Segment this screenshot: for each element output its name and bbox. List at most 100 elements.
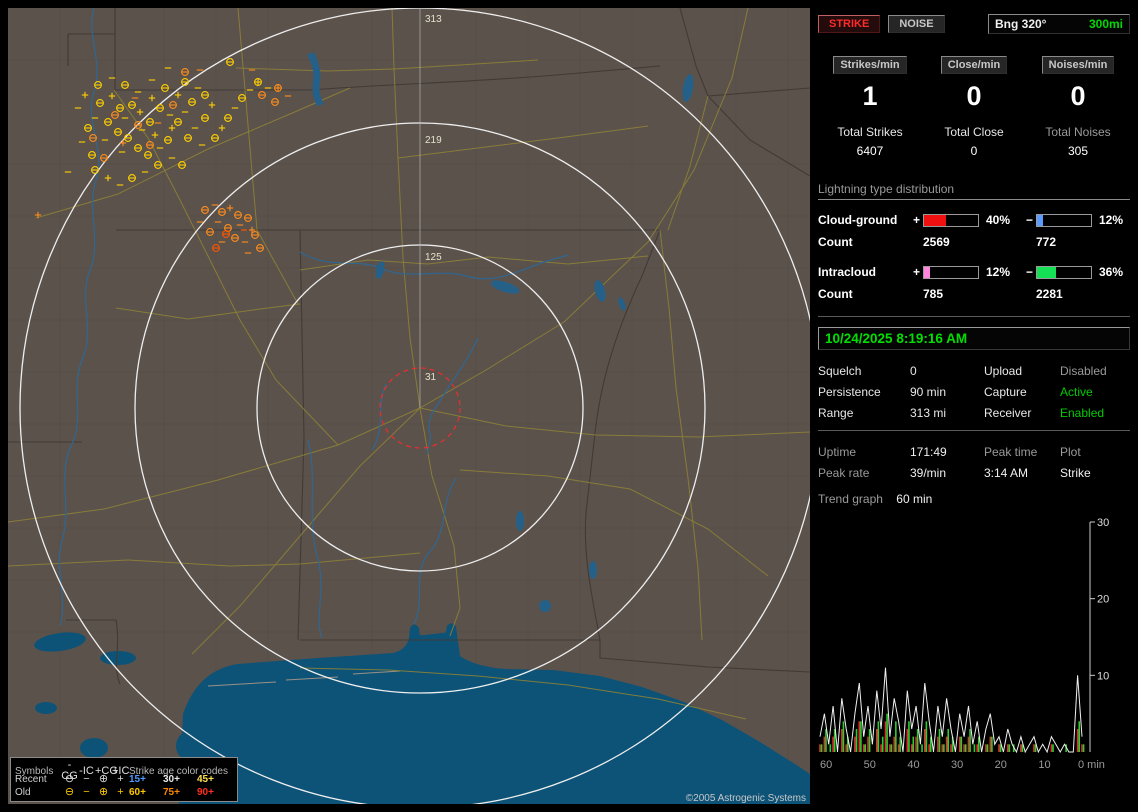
svg-text:10: 10 (1038, 759, 1050, 771)
legend-recent-row: Recent ⊖ − ⊕ + 15+ 30+ 45+ (15, 773, 233, 786)
total-noises-label: Total Noises (1045, 125, 1111, 139)
settings-grid: Squelch 0 Upload Disabled Persistence 90… (818, 364, 1130, 420)
svg-text:20: 20 (995, 759, 1007, 771)
svg-text:0 min: 0 min (1078, 759, 1105, 771)
distribution-section: Lightning type distribution Cloud-ground… (818, 182, 1130, 306)
peak-time-label: Peak time (984, 445, 1038, 459)
total-noises-value: 305 (1067, 144, 1089, 158)
pos-cg-icon: ⊕ (98, 786, 109, 798)
svg-text:50: 50 (864, 759, 876, 771)
rates-section: Strikes/min 1 Total Strikes 6407 Close/m… (818, 56, 1130, 158)
control-panel: STRIKE NOISE Bng 320° 300mi Strikes/min … (818, 8, 1130, 804)
receiver-label: Receiver (984, 406, 1032, 420)
close-per-min-value: 0 (966, 81, 982, 111)
trend-graph-label: Trend graph (818, 492, 883, 506)
legend-header-row: Symbols -CG -IC +CG +IC Strike age color… (15, 760, 233, 782)
cg-negative-gauge (1036, 213, 1092, 227)
cloud-ground-label: Cloud-ground (818, 213, 898, 227)
pos-ic-icon: + (117, 773, 124, 785)
count-label: Count (818, 287, 853, 301)
strike-mode-button[interactable]: STRIKE (818, 15, 881, 33)
svg-text:125: 125 (425, 252, 442, 263)
minus-sign: − (1025, 265, 1033, 279)
map-svg: 313 219 125 31 (8, 8, 810, 804)
noise-mode-button[interactable]: NOISE (888, 15, 945, 33)
plus-sign: + (912, 213, 920, 227)
svg-text:60: 60 (820, 759, 832, 771)
divider (818, 316, 1130, 317)
noises-per-min-button[interactable]: Noises/min (1041, 56, 1115, 74)
uptime-value: 171:49 (910, 445, 947, 459)
total-strikes-value: 6407 (856, 144, 884, 158)
pos-cg-icon: ⊕ (98, 773, 109, 785)
count-label: Count (818, 235, 853, 249)
legend-old-label: Old (15, 787, 31, 798)
strikes-per-min-button[interactable]: Strikes/min (833, 56, 907, 74)
squelch-value: 0 (910, 364, 917, 378)
cloud-ground-row: Cloud-ground + 40% − 12% (818, 210, 1130, 230)
plot-value: Strike (1060, 466, 1091, 480)
ic-negative-gauge (1036, 265, 1092, 279)
noises-per-min-value: 0 (1070, 81, 1086, 111)
close-column: Close/min 0 Total Close 0 (922, 56, 1026, 158)
svg-text:40: 40 (907, 759, 919, 771)
age-60: 60+ (129, 787, 146, 798)
datetime-panel: 10/24/2025 8:19:16 AM (818, 327, 1130, 350)
trend-graph-window: 60 min (896, 492, 933, 506)
age-75: 75+ (163, 787, 180, 798)
cloud-ground-count-row: Count 2569 772 (818, 230, 1130, 254)
receiver-status: Enabled (1060, 406, 1105, 420)
cg-negative-pct: 12% (1099, 213, 1124, 227)
trend-graph-header: Trend graph 60 min (818, 492, 1130, 506)
legend-recent-label: Recent (15, 774, 47, 785)
plus-sign: + (912, 265, 920, 279)
total-close-label: Total Close (944, 125, 1004, 139)
upload-status: Disabled (1060, 364, 1107, 378)
cg-negative-count: 772 (1036, 235, 1057, 249)
minus-sign: − (1025, 213, 1033, 227)
persistence-value: 90 min (910, 385, 947, 399)
ic-positive-gauge-fill (924, 266, 931, 278)
plot-label: Plot (1060, 445, 1081, 459)
ic-negative-count: 2281 (1036, 287, 1063, 301)
copyright-text: ©2005 Astrogenic Systems (685, 793, 806, 804)
radar-map[interactable]: 313 219 125 31 Symbols -CG -IC +CG +IC Stri… (8, 8, 810, 804)
map-legend: Symbols -CG -IC +CG +IC Strike age color… (10, 757, 238, 802)
bearing-value: Bng 320° (995, 17, 1047, 31)
neg-cg-icon: ⊖ (64, 773, 75, 785)
age-30: 30+ (163, 774, 180, 785)
cg-negative-gauge-fill (1037, 214, 1044, 226)
pos-ic-icon: + (117, 786, 124, 798)
svg-text:30: 30 (951, 759, 963, 771)
cg-positive-count: 2569 (923, 235, 950, 249)
app-window: 313 219 125 31 Symbols -CG -IC +CG +IC Stri… (0, 0, 1138, 812)
distribution-title: Lightning type distribution (818, 182, 1130, 200)
capture-status: Active (1060, 385, 1093, 399)
ic-negative-pct: 36% (1099, 265, 1124, 279)
total-strikes-label: Total Strikes (837, 125, 903, 139)
range-label: Range (818, 406, 854, 420)
capture-label: Capture (984, 385, 1027, 399)
bearing-panel: Bng 320° 300mi (988, 14, 1130, 34)
cg-positive-gauge (923, 213, 979, 227)
svg-text:30: 30 (1097, 517, 1109, 529)
svg-text:313: 313 (425, 14, 442, 25)
svg-text:31: 31 (425, 372, 437, 383)
peak-rate-label: Peak rate (818, 466, 870, 480)
ic-positive-pct: 12% (986, 265, 1011, 279)
age-15: 15+ (129, 774, 146, 785)
cg-positive-pct: 40% (986, 213, 1011, 227)
trend-graph: 30 20 10 60 50 40 30 20 10 0 min (818, 514, 1130, 772)
noises-column: Noises/min 0 Total Noises 305 (1026, 56, 1130, 158)
strikes-per-min-value: 1 (862, 81, 878, 111)
intracloud-row: Intracloud + 12% − 36% (818, 262, 1130, 282)
age-45: 45+ (197, 774, 214, 785)
intracloud-count-row: Count 785 2281 (818, 282, 1130, 306)
trend-graph-svg: 30 20 10 60 50 40 30 20 10 0 min (818, 514, 1130, 772)
peak-time-value: 3:14 AM (984, 466, 1029, 480)
upload-label: Upload (984, 364, 1023, 378)
session-grid: Uptime 171:49 Peak time Plot Peak rate 3… (818, 445, 1130, 480)
close-per-min-button[interactable]: Close/min (940, 56, 1008, 74)
peak-rate-value: 39/min (910, 466, 947, 480)
neg-cg-icon: ⊖ (64, 786, 75, 798)
